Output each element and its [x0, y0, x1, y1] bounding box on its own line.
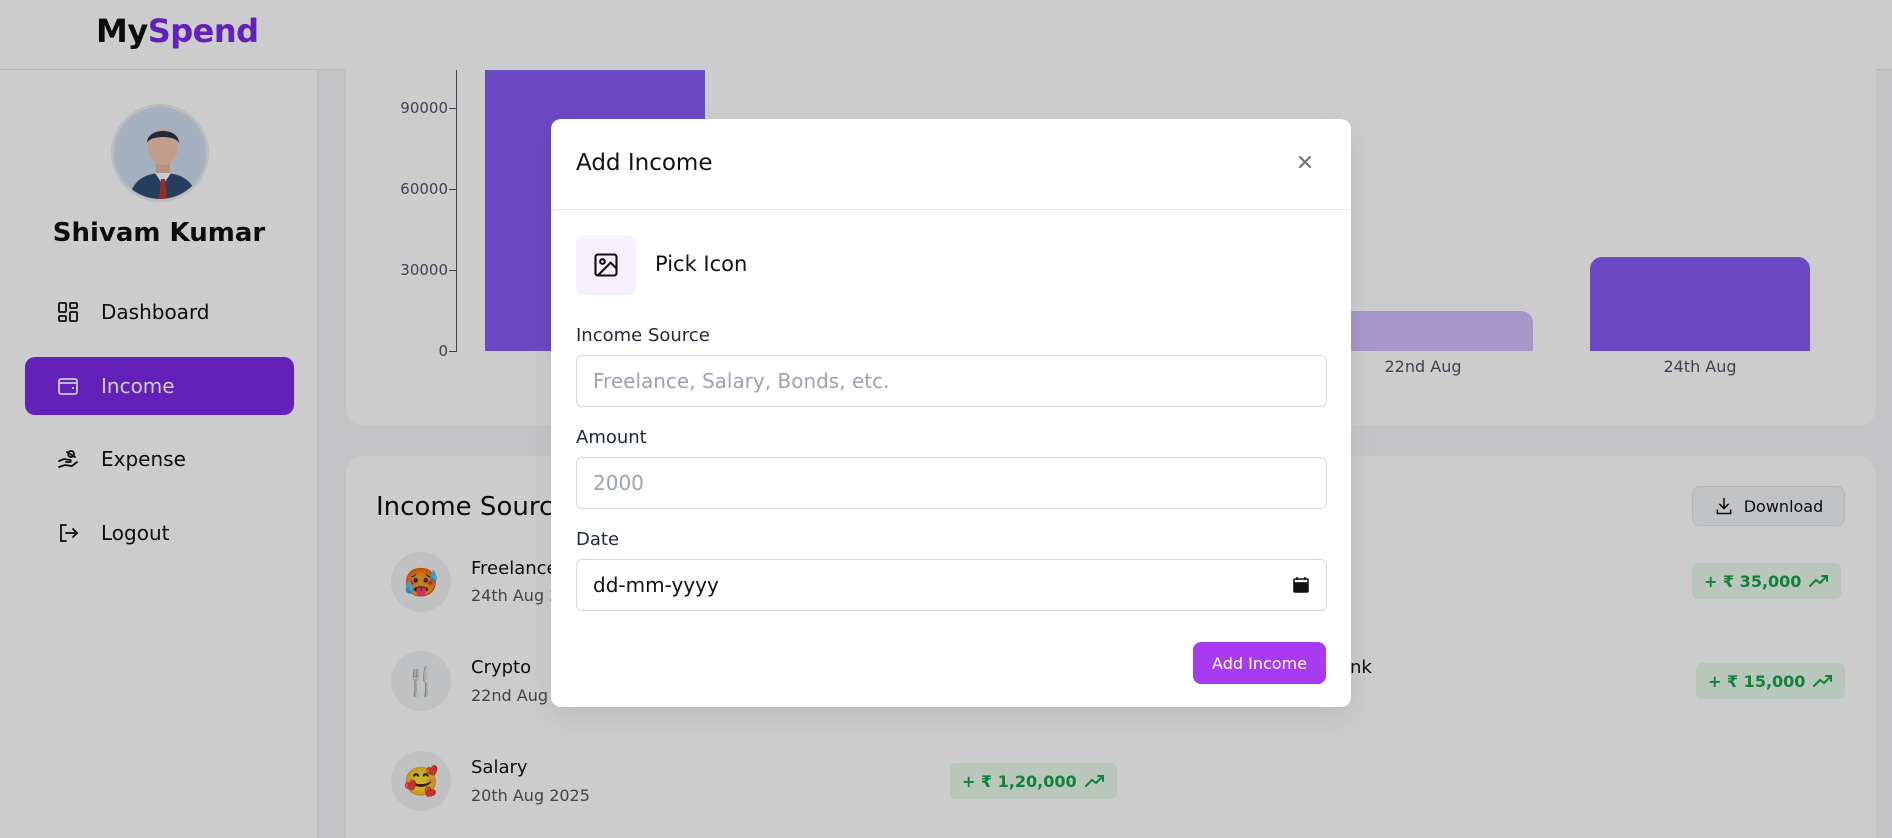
modal-header: Add Income	[551, 119, 1351, 210]
close-button[interactable]	[1292, 149, 1318, 175]
amount-label: Amount	[576, 427, 647, 448]
add-income-button[interactable]: Add Income	[1193, 642, 1326, 684]
pick-icon-button[interactable]	[576, 235, 636, 295]
add-income-modal: Add Income Pick Icon Income Source Amoun…	[551, 119, 1351, 707]
date-label: Date	[576, 529, 620, 550]
image-icon	[594, 253, 618, 277]
income-source-input[interactable]	[576, 355, 1327, 407]
modal-title: Add Income	[576, 150, 713, 176]
pick-icon-label: Pick Icon	[655, 252, 748, 276]
calendar-icon[interactable]	[1292, 576, 1310, 594]
close-icon	[1299, 156, 1311, 168]
date-input[interactable]: dd-mm-yyyy	[576, 559, 1327, 611]
amount-input[interactable]	[576, 457, 1327, 509]
income-source-label: Income Source	[576, 325, 710, 346]
date-placeholder: dd-mm-yyyy	[593, 573, 719, 597]
